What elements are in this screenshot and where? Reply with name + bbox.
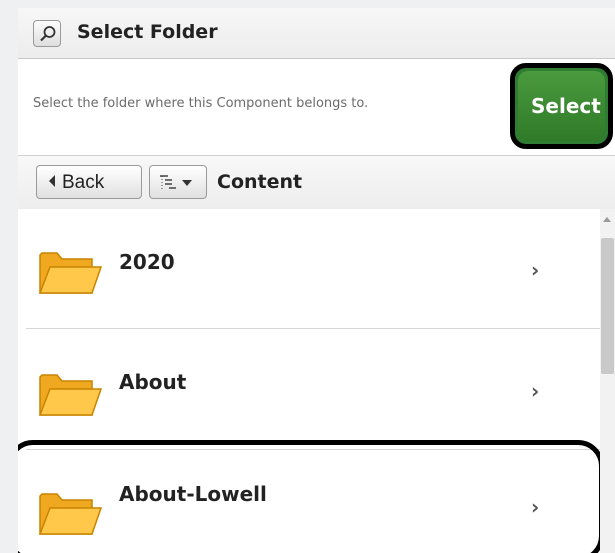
folder-row-about[interactable]: About ›	[18, 330, 600, 450]
back-arrow-icon	[49, 175, 55, 187]
instruction-bar: Select the folder where this Component b…	[18, 59, 615, 154]
select-button-label: Select	[531, 94, 601, 118]
folder-name: About	[119, 370, 187, 394]
view-options-button[interactable]	[149, 165, 207, 199]
chevron-right-icon[interactable]: ›	[531, 258, 539, 282]
search-icon	[40, 26, 56, 42]
folder-name: About-Lowell	[119, 482, 267, 506]
navigation-toolbar: Back Content	[18, 155, 615, 210]
dialog-title: Select Folder	[77, 21, 218, 43]
back-button[interactable]: Back	[36, 165, 142, 199]
vertical-scrollbar[interactable]	[600, 209, 615, 553]
folder-icon	[38, 374, 103, 416]
folder-icon	[38, 493, 103, 535]
row-divider	[26, 328, 600, 329]
search-button[interactable]	[33, 20, 61, 47]
row-divider	[26, 449, 600, 450]
select-folder-dialog: Select Folder Select the folder where th…	[18, 8, 615, 553]
breadcrumb-current: Content	[217, 171, 303, 193]
chevron-right-icon[interactable]: ›	[531, 379, 539, 403]
folder-icon	[38, 252, 103, 294]
tree-view-icon	[160, 175, 192, 190]
select-button[interactable]: Select	[510, 63, 613, 149]
dialog-header: Select Folder	[18, 8, 615, 59]
scrollbar-thumb[interactable]	[601, 238, 614, 374]
folder-list: 2020 › About › About-Lowell ›	[18, 209, 600, 553]
chevron-right-icon[interactable]: ›	[531, 495, 539, 519]
back-button-label: Back	[62, 172, 105, 193]
folder-row-about-lowell[interactable]: About-Lowell ›	[18, 451, 600, 553]
folder-row-2020[interactable]: 2020 ›	[18, 209, 600, 329]
folder-name: 2020	[119, 250, 175, 274]
instruction-text: Select the folder where this Component b…	[33, 96, 369, 111]
scroll-up-icon[interactable]	[603, 217, 611, 222]
